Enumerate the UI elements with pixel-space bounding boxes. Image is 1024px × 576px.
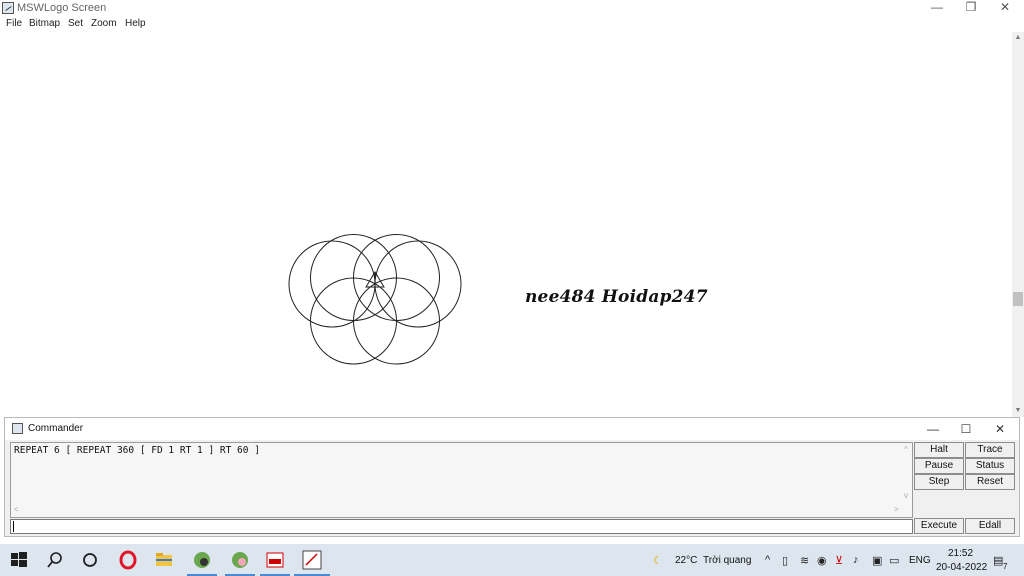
chevron-up-icon[interactable]: ^ — [765, 554, 770, 566]
app-icon-2[interactable] — [230, 550, 250, 570]
reset-button[interactable]: Reset — [965, 474, 1015, 490]
window-title: MSWLogo Screen — [17, 2, 107, 14]
step-button[interactable]: Step — [914, 474, 964, 490]
taskbar: ☾ 22°C Trời quang ^ ▯ ≋ ◉ ⊻ ♪ ▣ ▭ ENG 21… — [0, 544, 1024, 576]
notification-count: 7 — [1003, 562, 1008, 571]
pause-button[interactable]: Pause — [914, 458, 964, 474]
file-explorer-icon[interactable] — [154, 550, 174, 570]
mswlogo-app-icon — [2, 2, 14, 14]
execute-button[interactable]: Execute — [914, 518, 964, 534]
menu-file[interactable]: File — [6, 18, 22, 29]
history-scroll-right-icon[interactable]: > — [894, 505, 899, 514]
menu-bar: File Bitmap Set Zoom Help — [0, 17, 1024, 32]
weather-temp[interactable]: 22°C — [675, 555, 697, 566]
main-titlebar: MSWLogo Screen — ❐ ✕ — [0, 0, 1024, 17]
commander-icon — [12, 423, 23, 434]
language-indicator[interactable]: ENG — [909, 555, 931, 566]
rosette-drawing — [288, 234, 462, 365]
minimize-button[interactable]: — — [920, 0, 954, 17]
weather-text[interactable]: Trời quang — [703, 555, 751, 566]
notification-icon[interactable]: ▤ — [993, 554, 1003, 567]
task-view-icon[interactable] — [80, 550, 100, 570]
logo-canvas[interactable]: nee484 Hoidap247 — [0, 32, 1012, 417]
battery-icon[interactable]: ▭ — [889, 554, 899, 567]
menu-help[interactable]: Help — [125, 18, 146, 29]
scroll-up-icon[interactable]: ▲ — [1012, 32, 1024, 44]
tray-app-icon[interactable]: ◉ — [817, 554, 827, 567]
tray-app-icon[interactable]: ▣ — [872, 554, 882, 567]
history-scroll-down-icon[interactable]: v — [904, 491, 908, 500]
command-input[interactable] — [10, 519, 913, 534]
scroll-down-icon[interactable]: ▼ — [1012, 405, 1024, 417]
mswlogo-icon[interactable] — [302, 550, 322, 570]
windows-start-icon[interactable] — [9, 550, 29, 570]
weather-moon-icon[interactable]: ☾ — [653, 554, 663, 567]
opera-icon[interactable] — [118, 550, 138, 570]
menu-set[interactable]: Set — [68, 18, 83, 29]
wifi-icon[interactable]: ≋ — [800, 554, 809, 567]
close-button[interactable]: ✕ — [988, 0, 1022, 17]
turtle-icon — [365, 271, 385, 288]
app-icon-3[interactable] — [265, 550, 285, 570]
signature-text: nee484 Hoidap247 — [525, 287, 708, 307]
edall-button[interactable]: Edall — [965, 518, 1015, 534]
history-line[interactable]: REPEAT 6 [ REPEAT 360 [ FD 1 RT 1 ] RT 6… — [14, 445, 260, 456]
scroll-thumb[interactable] — [1013, 292, 1023, 306]
commander-title: Commander — [28, 423, 84, 434]
vertical-scrollbar[interactable]: ▲ ▼ — [1012, 32, 1024, 417]
commander-maximize-button[interactable]: ☐ — [951, 420, 981, 438]
clock-time[interactable]: 21:52 — [948, 548, 973, 559]
clock-date[interactable]: 20-04-2022 — [936, 562, 987, 573]
history-scroll-up-icon[interactable]: ^ — [904, 445, 908, 454]
commander-close-button[interactable]: ✕ — [985, 420, 1015, 438]
text-caret — [13, 521, 14, 532]
search-icon[interactable] — [45, 550, 65, 570]
app-icon-1[interactable] — [192, 550, 212, 570]
status-button[interactable]: Status — [965, 458, 1015, 474]
halt-button[interactable]: Halt — [914, 442, 964, 458]
tray-app-icon[interactable]: ▯ — [782, 554, 788, 567]
tray-app-icon[interactable]: ⊻ — [835, 554, 843, 567]
history-scroll-left-icon[interactable]: < — [14, 505, 19, 514]
restore-button[interactable]: ❐ — [954, 0, 988, 17]
menu-bitmap[interactable]: Bitmap — [29, 18, 60, 29]
speaker-icon[interactable]: ♪ — [853, 554, 859, 566]
commander-titlebar: Commander — ☐ ✕ — [5, 418, 1019, 440]
menu-zoom[interactable]: Zoom — [91, 18, 117, 29]
trace-button[interactable]: Trace — [965, 442, 1015, 458]
commander-minimize-button[interactable]: — — [918, 420, 948, 438]
command-history[interactable]: REPEAT 6 [ REPEAT 360 [ FD 1 RT 1 ] RT 6… — [10, 442, 913, 518]
commander-window: Commander — ☐ ✕ REPEAT 6 [ REPEAT 360 [ … — [4, 417, 1020, 537]
